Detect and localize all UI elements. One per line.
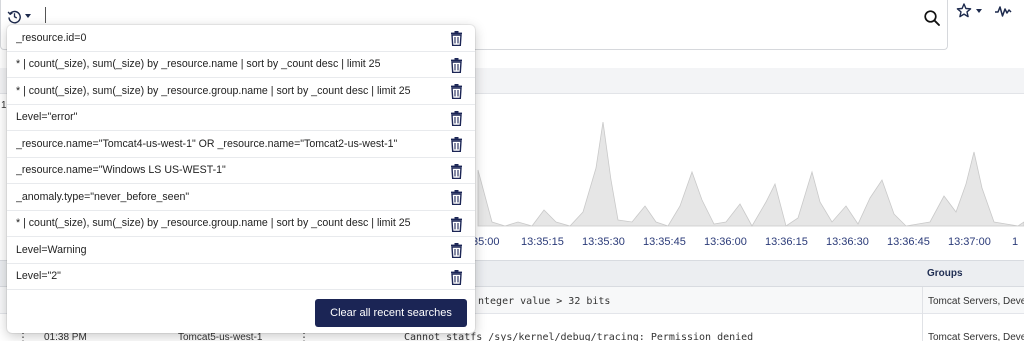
recent-search-text: Level="2" [16,270,61,283]
recent-search-item[interactable]: * | count(_size), sum(_size) by _resourc… [7,78,475,105]
log-groups: Tomcat Servers, Devel [928,332,1024,341]
log-message: nteger value > 32 bits [478,296,611,307]
trash-icon[interactable] [450,137,463,152]
log-message: Cannot statfs /sys/kernel/debug/tracing:… [404,332,754,341]
recent-search-text: _anomaly.type="never_before_seen" [16,190,190,203]
trash-icon[interactable] [450,84,463,99]
search-icon[interactable] [923,9,941,27]
trash-icon[interactable] [450,243,463,258]
chevron-down-icon [976,8,982,13]
trash-icon[interactable] [450,31,463,46]
x-tick-label: 13:35:45 [643,236,686,248]
recent-search-item[interactable]: Level="error" [7,105,475,131]
recent-searches-toggle[interactable] [7,6,39,26]
recent-search-item[interactable]: _resource.name="Windows LS US-WEST-1" [7,158,475,184]
recent-search-text: _resource.name="Windows LS US-WEST-1" [16,164,226,177]
star-icon [956,3,972,18]
recent-search-text: _resource.name="Tomcat4-us-west-1" OR _r… [16,137,398,150]
pulse-icon[interactable] [994,4,1012,18]
recent-search-text: _resource.id=0 [16,31,87,44]
recent-search-text: * | count(_size), sum(_size) by _resourc… [16,58,381,71]
x-tick-label: 13:36:15 [765,236,808,248]
trash-icon[interactable] [450,110,463,126]
trash-icon[interactable] [450,57,463,73]
chevron-down-icon [25,14,31,18]
log-groups: Tomcat Servers, Devel [928,296,1024,307]
trash-icon[interactable] [450,216,463,232]
recent-search-item[interactable]: Level=Warning [7,237,475,264]
column-header-groups[interactable]: Groups [927,268,963,279]
recent-search-item[interactable]: Level="2" [7,264,475,290]
favorites-button[interactable] [956,3,982,18]
trash-icon[interactable] [450,190,463,205]
recent-search-text: Level=Warning [16,243,87,256]
x-tick-label: 13:36:30 [826,236,869,248]
x-tick-label: 13:35:15 [521,236,564,248]
trash-icon[interactable] [450,269,463,285]
recent-search-item[interactable]: * | count(_size), sum(_size) by _resourc… [7,211,475,237]
recent-search-text: * | count(_size), sum(_size) by _resourc… [16,217,411,230]
clear-recent-searches-button[interactable]: Clear all recent searches [315,299,467,327]
x-tick-label: 13:36:00 [704,236,747,248]
recent-search-text: * | count(_size), sum(_size) by _resourc… [16,84,411,97]
x-tick-label: 13:37:00 [948,236,991,248]
x-tick-label: 1 [1012,236,1019,248]
history-clock-icon [7,10,21,23]
log-time: 01:38 PM [44,332,87,341]
trash-icon[interactable] [450,163,463,179]
column-divider [922,287,923,341]
recent-search-item[interactable]: * | count(_size), sum(_size) by _resourc… [7,52,475,78]
recent-search-item[interactable]: _resource.id=0 [7,25,475,52]
histogram-area [477,121,1024,227]
recent-searches-dropdown: _resource.id=0 * | count(_size), sum(_si… [7,25,475,333]
recent-search-item[interactable]: _resource.name="Tomcat4-us-west-1" OR _r… [7,131,475,158]
x-tick-label: 13:36:45 [887,236,930,248]
x-tick-label: 35:00 [472,236,500,248]
recent-search-item[interactable]: _anomaly.type="never_before_seen" [7,184,475,211]
x-tick-label: 13:35:30 [582,236,625,248]
search-input-cursor [45,7,46,23]
log-resource: Tomcat5-us-west-1 [178,332,263,341]
recent-search-text: Level="error" [16,111,78,124]
